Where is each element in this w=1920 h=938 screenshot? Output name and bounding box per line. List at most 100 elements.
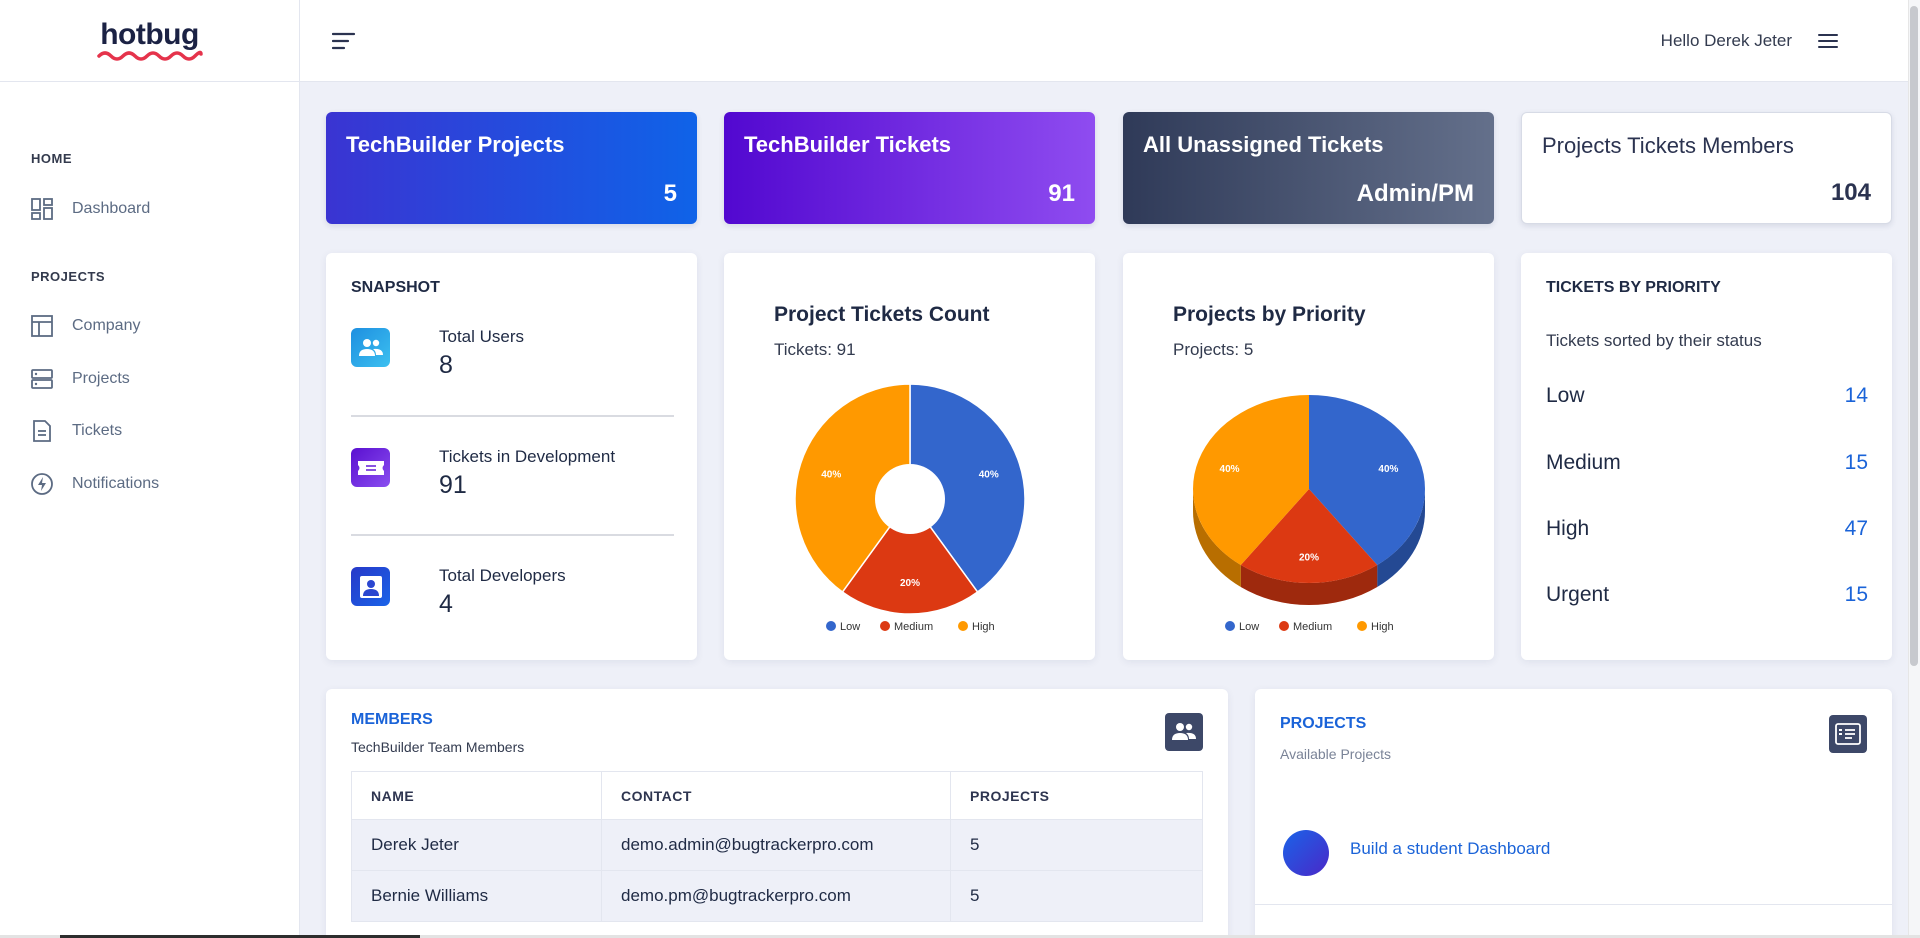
- members-title: MEMBERS: [351, 711, 433, 728]
- stat-value: 91: [1048, 180, 1075, 207]
- logo-wave-icon: [96, 50, 203, 61]
- stat-title: TechBuilder Projects: [346, 132, 565, 157]
- projects-subtitle: Available Projects: [1280, 746, 1392, 762]
- stat-title: Projects Tickets Members: [1542, 133, 1794, 158]
- member-name: Derek Jeter: [351, 819, 602, 871]
- developer-icon: [351, 567, 390, 606]
- pie-data-label: 20%: [900, 578, 920, 589]
- legend-marker: [958, 621, 968, 631]
- legend-label[interactable]: Low: [840, 621, 860, 633]
- legend-label[interactable]: Low: [1239, 621, 1259, 633]
- priority-count: 15: [1844, 451, 1868, 474]
- legend-label[interactable]: Medium: [1293, 621, 1332, 633]
- nav-section-projects-title: PROJECTS: [31, 269, 106, 284]
- snapshot-value: 91: [439, 471, 467, 499]
- projects-priority-pie-chart[interactable]: 40% 20% 40% Low Medium High: [1123, 253, 1494, 660]
- priority-row-urgent: Urgent 15: [1546, 583, 1868, 607]
- sidebar-item-label: Tickets: [72, 422, 123, 439]
- member-contact: demo.pm@bugtrackerpro.com: [601, 870, 951, 922]
- member-projects: 5: [950, 819, 1203, 871]
- snapshot-title: SNAPSHOT: [351, 279, 440, 296]
- stat-card-projects[interactable]: TechBuilder Projects 5: [326, 112, 697, 224]
- pie-data-label: 40%: [979, 469, 999, 480]
- table-row[interactable]: Derek Jeter demo.admin@bugtrackerpro.com…: [351, 819, 1203, 871]
- members-table: NAME CONTACT PROJECTS Derek Jeter demo.a…: [351, 771, 1203, 922]
- menu-icon[interactable]: [1818, 32, 1838, 50]
- legend-marker: [1225, 621, 1235, 631]
- pie-data-label: 20%: [1299, 553, 1319, 564]
- legend-label[interactable]: Medium: [894, 621, 933, 633]
- sidebar-item-tickets[interactable]: Tickets: [0, 405, 299, 457]
- column-header-projects[interactable]: PROJECTS: [950, 771, 1203, 820]
- member-projects: 5: [950, 870, 1203, 922]
- table-row[interactable]: Bernie Williams demo.pm@bugtrackerpro.co…: [351, 870, 1203, 922]
- snapshot-divider: [351, 415, 674, 417]
- priority-count: 47: [1844, 517, 1868, 540]
- donut-hole: [875, 464, 945, 534]
- sidebar-item-notifications[interactable]: Notifications: [0, 458, 299, 510]
- legend-label[interactable]: High: [1371, 621, 1394, 633]
- snapshot-total-users: Total Users 8: [351, 327, 673, 387]
- table-header-row: NAME CONTACT PROJECTS: [351, 771, 1203, 820]
- snapshot-card: SNAPSHOT Total Users 8 Tickets in Develo…: [326, 253, 697, 660]
- users-icon: [351, 328, 390, 367]
- legend-marker: [880, 621, 890, 631]
- sidebar-item-company[interactable]: Company: [0, 300, 299, 352]
- snapshot-label: Total Users: [439, 327, 525, 346]
- members-subtitle: TechBuilder Team Members: [351, 739, 525, 755]
- projects-title: PROJECTS: [1280, 715, 1367, 732]
- sidebar-item-dashboard[interactable]: Dashboard: [0, 183, 299, 235]
- stat-title: TechBuilder Tickets: [744, 132, 952, 157]
- ticket-icon: [351, 448, 390, 487]
- nav-section-home-title: HOME: [31, 151, 72, 166]
- project-divider: [1255, 904, 1892, 905]
- legend-label[interactable]: High: [972, 621, 995, 633]
- snapshot-label: Tickets in Development: [439, 447, 616, 466]
- stat-card-tickets[interactable]: TechBuilder Tickets 91: [724, 112, 1095, 224]
- member-name: Bernie Williams: [351, 870, 602, 922]
- project-avatar: [1283, 830, 1329, 876]
- priority-row-medium: Medium 15: [1546, 451, 1868, 475]
- company-icon: [30, 314, 54, 338]
- stat-card-unassigned[interactable]: All Unassigned Tickets Admin/PM: [1123, 112, 1494, 224]
- priority-label: Medium: [1546, 451, 1621, 474]
- projects-card: PROJECTS Available Projects Build a stud…: [1255, 689, 1892, 938]
- tickets-priority-title: TICKETS BY PRIORITY: [1546, 279, 1721, 296]
- logo-text: hotbug: [100, 17, 199, 51]
- scrollbar-thumb[interactable]: [1910, 6, 1918, 666]
- pie-data-label: 40%: [1378, 464, 1398, 475]
- logo[interactable]: hotbug: [0, 0, 299, 82]
- project-tickets-pie-chart[interactable]: 40% 20% 40% Low Medium High: [724, 253, 1095, 660]
- stat-title: All Unassigned Tickets: [1143, 132, 1384, 157]
- priority-row-high: High 47: [1546, 517, 1868, 541]
- user-greeting[interactable]: Hello Derek Jeter: [1661, 31, 1792, 51]
- sidebar: hotbug HOME Dashboard PROJECTS Company P…: [0, 0, 300, 938]
- member-contact: demo.admin@bugtrackerpro.com: [601, 819, 951, 871]
- legend-marker: [826, 621, 836, 631]
- snapshot-label: Total Developers: [439, 566, 566, 585]
- stat-card-members[interactable]: Projects Tickets Members 104: [1521, 112, 1892, 224]
- sidebar-item-projects[interactable]: Projects: [0, 353, 299, 405]
- project-link[interactable]: Build a student Dashboard: [1350, 839, 1550, 859]
- tickets-by-priority-card: TICKETS BY PRIORITY Tickets sorted by th…: [1521, 253, 1892, 660]
- vertical-scrollbar[interactable]: [1908, 0, 1920, 938]
- tickets-priority-subtitle: Tickets sorted by their status: [1546, 331, 1762, 350]
- column-header-name[interactable]: NAME: [351, 771, 602, 820]
- snapshot-total-developers: Total Developers 4: [351, 566, 673, 626]
- dashboard-icon: [30, 197, 54, 221]
- sidebar-item-label: Company: [72, 317, 141, 334]
- tickets-icon: [30, 419, 54, 443]
- sidebar-item-label: Dashboard: [72, 200, 151, 217]
- column-header-contact[interactable]: CONTACT: [601, 771, 951, 820]
- priority-row-low: Low 14: [1546, 384, 1868, 408]
- sidebar-toggle-icon[interactable]: [332, 30, 356, 52]
- stat-value: Admin/PM: [1356, 180, 1474, 207]
- stat-value: 104: [1830, 179, 1871, 206]
- snapshot-value: 4: [439, 590, 453, 618]
- priority-count: 15: [1844, 583, 1868, 606]
- legend-marker: [1357, 621, 1367, 631]
- members-badge-icon[interactable]: [1165, 713, 1203, 751]
- pie-data-label: 40%: [821, 469, 841, 480]
- snapshot-value: 8: [439, 351, 453, 379]
- project-list-icon[interactable]: [1829, 715, 1867, 753]
